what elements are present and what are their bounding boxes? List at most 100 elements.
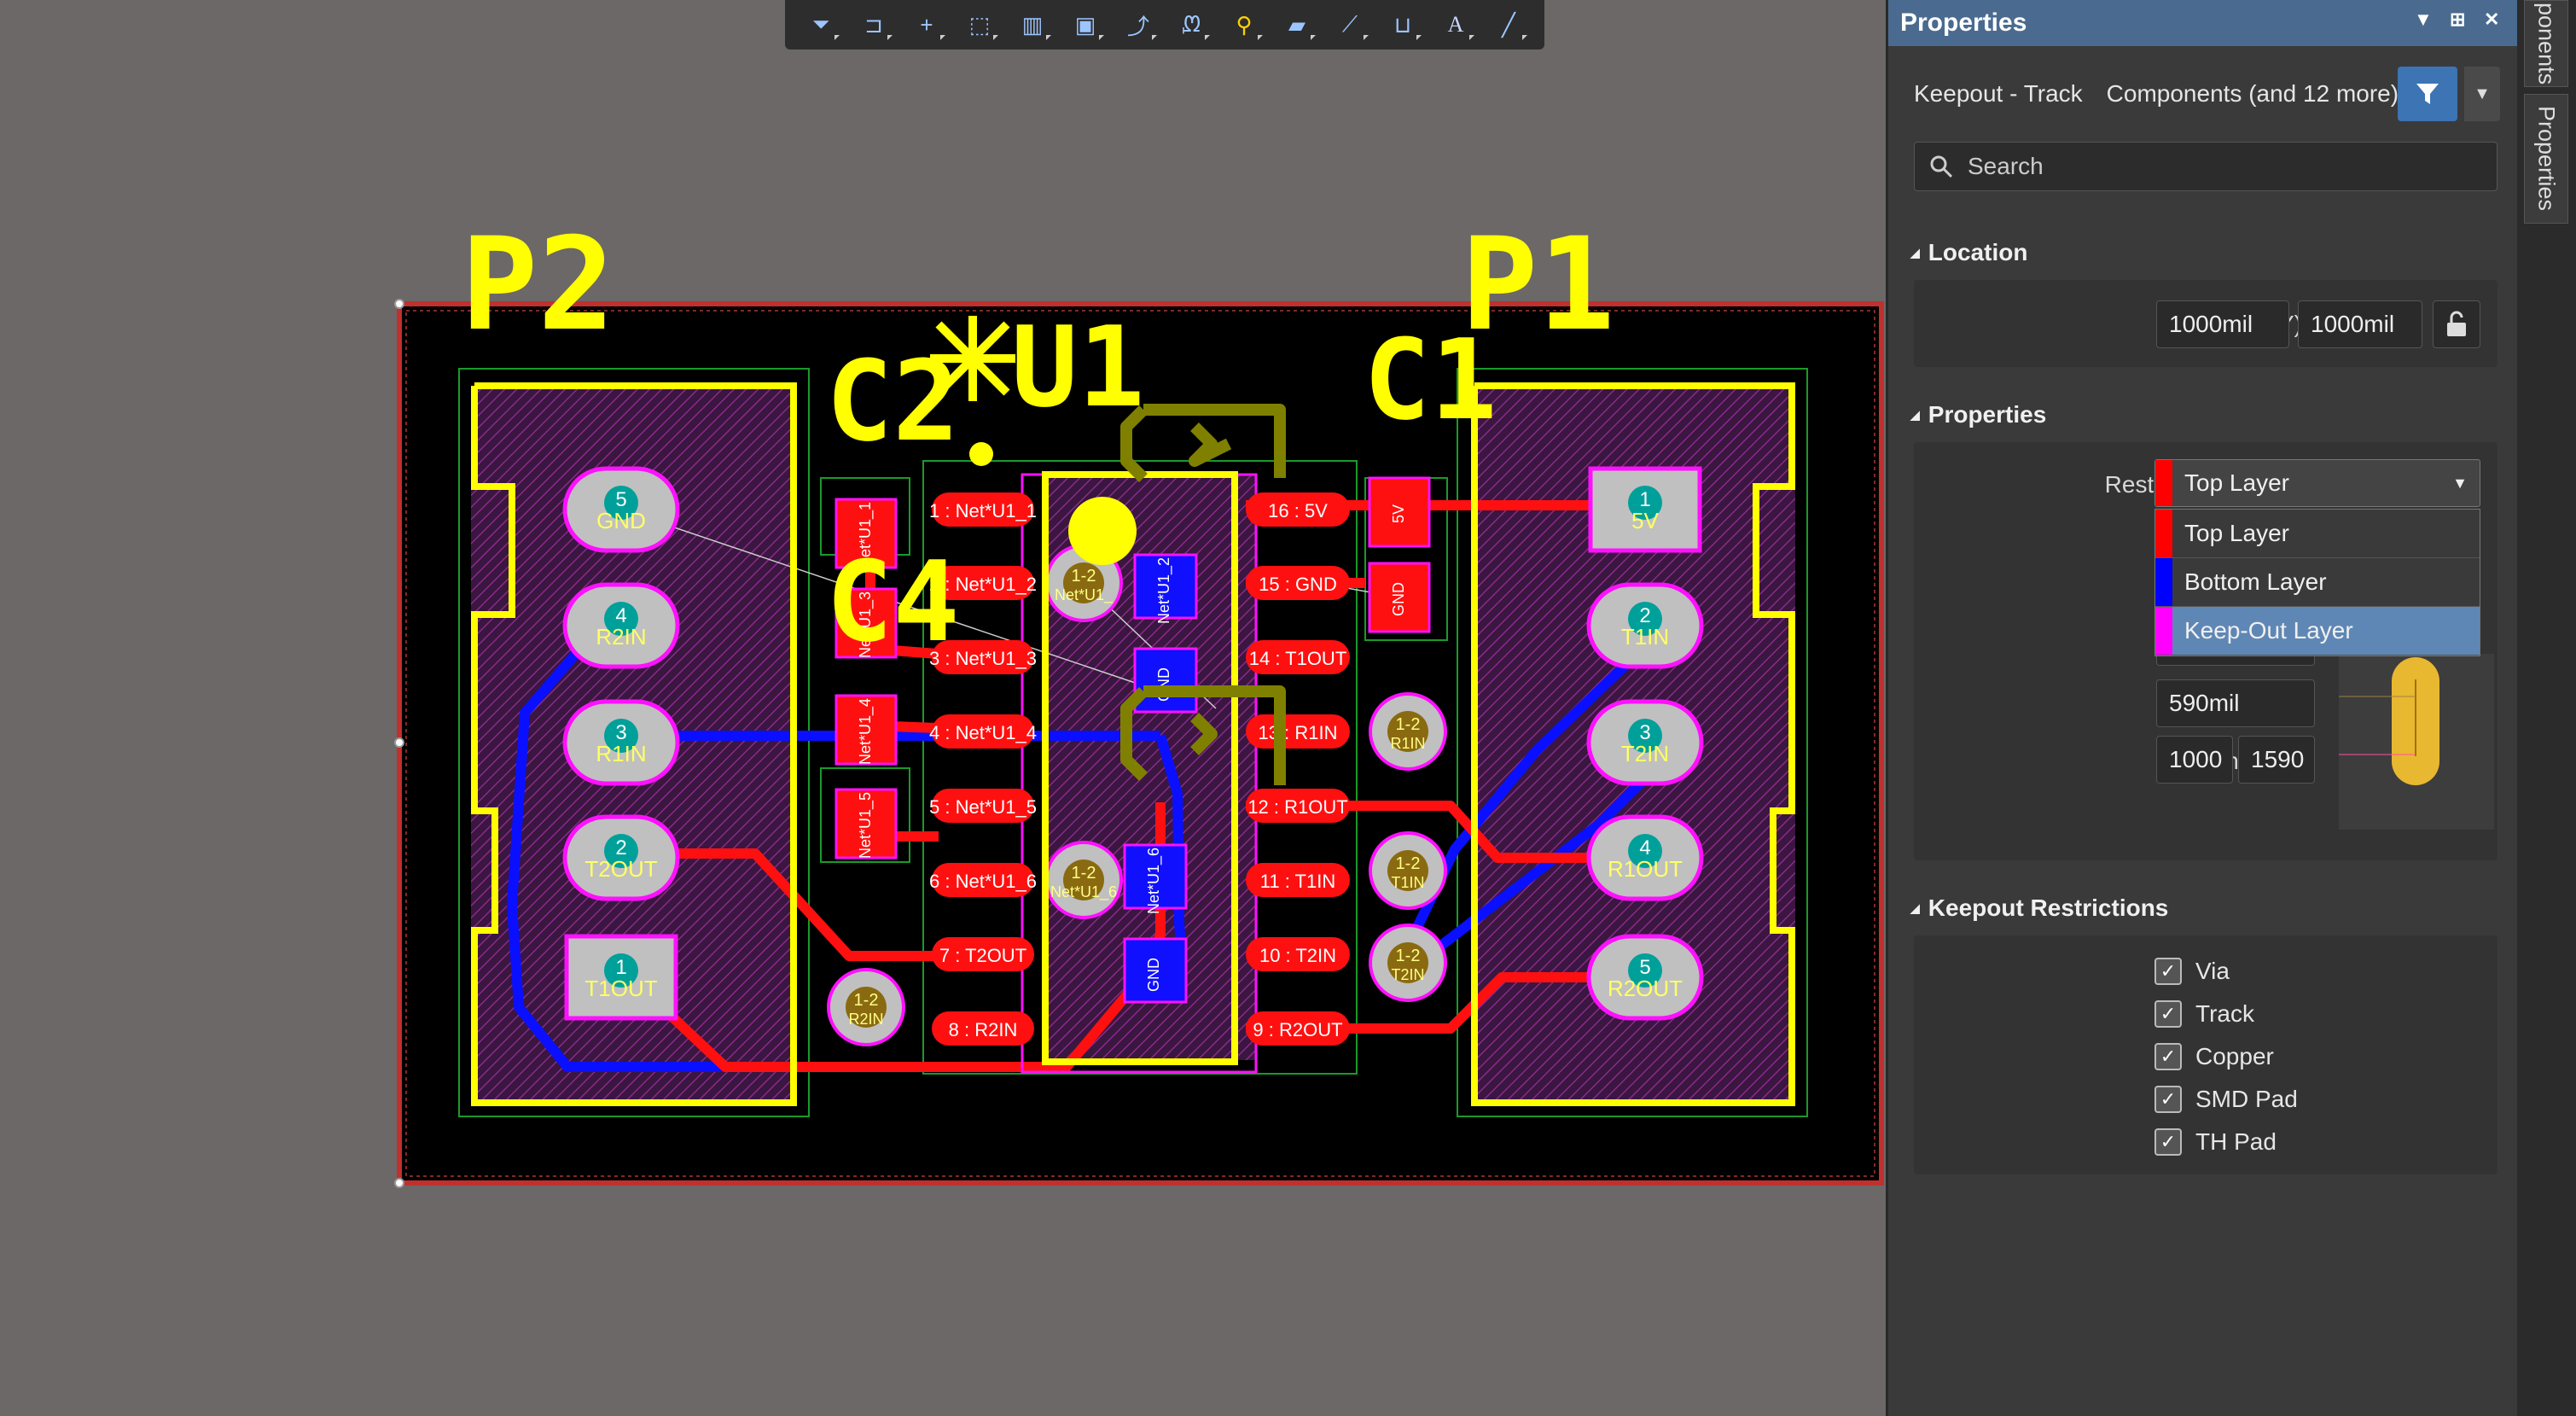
via-number: 1-2 [1072,864,1096,883]
u1-pad-label: 10 : T2IN [1259,945,1336,966]
restricted-layer-value: Top Layer [2184,469,2289,496]
panel-title-bar: Properties ▼ ⊞ ✕ [1888,0,2517,46]
chart-icon[interactable]: ▥ [1012,6,1053,44]
pcb-board-view[interactable]: 1 : Net*U1_12 : Net*U1_23 : Net*U1_34 : … [0,0,1886,1416]
text-icon[interactable]: A [1435,6,1476,44]
unlock-icon [2447,311,2466,336]
keepout-checkbox-row[interactable]: ✓ Track [2154,995,2254,1033]
p1-pad-net: R2OUT [1608,976,1683,1001]
p2-pad-net: T1OUT [584,976,657,1001]
layer-option-label: Keep-Out Layer [2184,617,2353,644]
drc-icon[interactable]: ⟋ [1329,6,1370,44]
p2-pad-net: R2IN [596,624,646,650]
track-preview [2339,654,2494,830]
via-number: 1-2 [1396,947,1421,965]
section-properties-header[interactable]: Properties [1910,401,2047,428]
p2-pad-net: R1IN [596,741,646,766]
smd-pad-label: GND [1390,582,1407,616]
chevron-down-icon: ▼ [2452,474,2468,492]
tab-properties[interactable]: Properties [2524,94,2568,224]
properties-panel: Properties ▼ ⊞ ✕ Keepout - Track Compone… [1886,0,2517,1416]
section-location-header[interactable]: Location [1910,239,2028,266]
via-net: R2IN [848,1011,883,1028]
smd-pad-label: Net*U1_4 [857,698,875,765]
filter-kind[interactable]: Keepout - Track [1914,80,2083,108]
designator-c4: C4 [826,537,960,667]
smd-pad-label: 5V [1390,504,1407,523]
layer-option-label: Top Layer [2184,520,2289,546]
u1-pad-label: 16 : 5V [1268,500,1328,522]
keepout-checkbox-row[interactable]: ✓ Copper [2154,1038,2274,1075]
u1-pad-label: 15 : GND [1259,574,1337,595]
via-net: Net*U1_6 [1050,883,1117,901]
u1-pad-label: 7 : T2OUT [939,945,1026,966]
cross-icon[interactable]: + [906,6,947,44]
layer-swatch [2155,510,2172,557]
filter-button[interactable] [2398,67,2457,121]
checkbox-label: Track [2195,1000,2254,1027]
location-y-field[interactable]: 1000mil [2298,300,2422,348]
checkbox[interactable]: ✓ [2154,1086,2182,1113]
layer-swatch [2155,607,2172,655]
layer-option[interactable]: Bottom Layer [2155,558,2480,607]
search-placeholder: Search [1968,153,2044,179]
pin-icon[interactable]: ⚲ [1224,6,1265,44]
end-x-field[interactable]: 1000 [2156,736,2233,784]
chip-icon[interactable]: ▣ [1065,6,1106,44]
filter-icon[interactable]: ⏷ [800,6,841,44]
search-input[interactable]: Search [1914,142,2497,191]
section-keepout-header[interactable]: Keepout Restrictions [1910,894,2169,922]
pin-icon[interactable]: ⊞ [2450,9,2465,31]
checkbox[interactable]: ✓ [2154,958,2182,985]
layer-option-label: Bottom Layer [2184,568,2327,595]
smd-pad-label: Net*U1_6 [1145,848,1163,914]
via-number: 1-2 [854,991,879,1010]
side-tab-strip: ponents Properties [2517,0,2576,1416]
location-x-field[interactable]: 1000mil [2156,300,2289,348]
u1-pad-label: 6 : Net*U1_6 [929,871,1037,892]
polygon-icon[interactable]: ▰ [1276,6,1317,44]
layer-swatch [2155,460,2172,506]
restricted-layer-select[interactable]: Top Layer ▼ [2154,459,2480,507]
designator-c1: C1 [1364,315,1497,445]
route-icon[interactable]: ⊐ [853,6,894,44]
panel-title: Properties [1900,9,2027,37]
layer-dropdown-list: Top Layer Bottom Layer Keep-Out Layer [2154,509,2480,656]
p1-pad-net: T2IN [1621,741,1669,766]
layer-option[interactable]: Top Layer [2155,510,2480,558]
filter-dropdown-button[interactable]: ▼ [2464,67,2500,121]
tab-components[interactable]: ponents [2524,0,2568,87]
diff-pair-icon[interactable]: ᘻ [1171,6,1212,44]
u1-pad-label: 9 : R2OUT [1253,1019,1342,1040]
lock-button[interactable] [2433,300,2480,348]
checkbox-label: TH Pad [2195,1128,2277,1155]
p2-pad-net: T2OUT [584,856,657,882]
u1-pad-label: 11 : T1IN [1260,871,1335,892]
via-number: 1-2 [1396,854,1421,873]
end-y-field[interactable]: 1590 [2238,736,2315,784]
interactive-route-icon[interactable]: ⤴ [1118,6,1159,44]
u1-pad-label: 13 : R1IN [1259,722,1338,743]
length-field[interactable]: 590mil [2156,679,2315,727]
line-icon[interactable]: ╱ [1488,6,1529,44]
close-icon[interactable]: ✕ [2484,9,2499,31]
filter-scope[interactable]: Components (and 12 more) [2107,80,2399,108]
checkbox-label: SMD Pad [2195,1086,2298,1112]
u1-pad-label: 1 : Net*U1_1 [929,500,1037,522]
checkbox[interactable]: ✓ [2154,1043,2182,1070]
select-rect-icon[interactable]: ⬚ [959,6,1000,44]
via-net: Net*U1_ [1055,586,1114,604]
keepout-checkbox-row[interactable]: ✓ SMD Pad [2154,1081,2298,1118]
checkbox[interactable]: ✓ [2154,1000,2182,1028]
pcb-canvas[interactable]: 1 : Net*U1_1 2 : Net*U1_2 3 : Net*U1_3 4 : … [0,0,1886,1416]
p2-pad-net: GND [596,508,646,533]
smd-pad-label: Net*U1_2 [1155,557,1173,624]
search-icon [1930,155,1953,178]
chevron-down-icon[interactable]: ▼ [2414,9,2433,31]
keepout-checkbox-row[interactable]: ✓ Via [2154,953,2230,990]
u1-pad-label: 8 : R2IN [949,1019,1018,1040]
layer-option[interactable]: Keep-Out Layer [2155,607,2480,656]
keepout-checkbox-row[interactable]: ✓ TH Pad [2154,1123,2277,1161]
dimension-icon[interactable]: ⊔ [1382,6,1423,44]
checkbox[interactable]: ✓ [2154,1128,2182,1156]
